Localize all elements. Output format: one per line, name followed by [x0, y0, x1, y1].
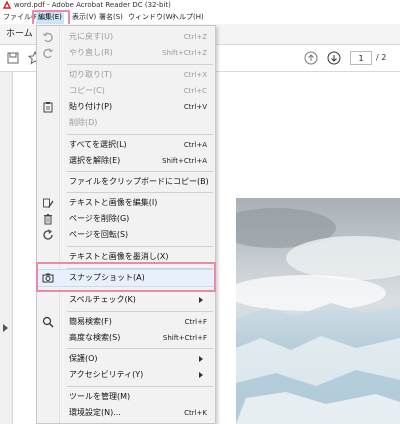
page-number-input[interactable]: 1 — [350, 51, 372, 65]
menu-item-accessibility[interactable]: アクセシビリティ(Y) — [37, 367, 215, 383]
tab-home[interactable]: ホーム — [6, 27, 33, 41]
menu-item-preferences[interactable]: 環境設定(N)... Ctrl+K — [37, 405, 215, 421]
left-panel-strip — [0, 72, 13, 424]
menu-separator — [67, 348, 213, 349]
save-icon[interactable] — [6, 51, 20, 65]
menu-item-cut[interactable]: 切り取り(T) Ctrl+X — [37, 67, 215, 83]
menu-separator — [67, 311, 213, 312]
menu-item-select-all[interactable]: すべてを選択(L) Ctrl+A — [37, 137, 215, 153]
menu-item-undo[interactable]: 元に戻す(U) Ctrl+Z — [37, 29, 215, 45]
clipboard-icon — [43, 102, 53, 113]
menu-item-deselect[interactable]: 選択を解除(E) Shift+Ctrl+A — [37, 153, 215, 169]
menu-item-copy-file-to-clipboard[interactable]: ファイルをクリップボードにコピー(B) — [37, 174, 215, 190]
menu-separator — [67, 386, 213, 387]
document-image — [236, 198, 400, 424]
submenu-arrow-icon — [199, 356, 203, 362]
menu-separator — [67, 64, 213, 65]
menu-item-spellcheck[interactable]: スペルチェック(K) — [37, 292, 215, 308]
menu-window[interactable]: ウィンドウ(W) — [128, 10, 175, 24]
previous-page-icon[interactable] — [304, 51, 318, 65]
trash-icon — [44, 214, 52, 225]
menu-item-advanced-search[interactable]: 高度な検索(S) Shift+Ctrl+F — [37, 330, 215, 346]
expand-panel-arrow-icon[interactable] — [3, 324, 8, 332]
menu-separator — [67, 192, 213, 193]
menu-item-rotate-pages[interactable]: ページを回転(S) — [37, 227, 215, 243]
menu-item-delete-pages[interactable]: ページを削除(G) — [37, 211, 215, 227]
menu-item-copy[interactable]: コピー(C) Ctrl+C — [37, 83, 215, 99]
menu-separator — [67, 134, 213, 135]
page-total: / 2 — [376, 53, 387, 62]
submenu-arrow-icon — [199, 297, 203, 303]
undo-icon — [42, 32, 53, 43]
menu-sign[interactable]: 署名(S) — [99, 10, 123, 24]
menu-item-find[interactable]: 簡易検索(F) Ctrl+F — [37, 314, 215, 330]
acrobat-icon — [3, 1, 11, 9]
rotate-icon — [43, 229, 53, 240]
menu-item-protection[interactable]: 保護(O) — [37, 351, 215, 367]
title-bar: word.pdf - Adobe Acrobat Reader DC (32-b… — [0, 0, 400, 10]
menu-item-paste[interactable]: 貼り付け(P) Ctrl+V — [37, 99, 215, 115]
menu-separator — [67, 171, 213, 172]
menu-item-manage-tools[interactable]: ツールを管理(M) — [37, 389, 215, 405]
edit-menu-dropdown: 元に戻す(U) Ctrl+Z やり直し(R) Shift+Ctrl+Z 切り取り… — [36, 25, 216, 424]
snapshot-highlight-box — [36, 262, 216, 292]
menu-help[interactable]: ヘルプ(H) — [172, 10, 204, 24]
search-icon — [42, 316, 54, 328]
window-title: word.pdf - Adobe Acrobat Reader DC (32-b… — [14, 1, 171, 9]
next-page-icon[interactable] — [327, 51, 341, 65]
menu-item-redo[interactable]: やり直し(R) Shift+Ctrl+Z — [37, 45, 215, 61]
redo-icon — [43, 48, 54, 59]
menu-item-delete[interactable]: 削除(D) — [37, 115, 215, 131]
menu-item-edit-text-images[interactable]: テキストと画像を編集(I) — [37, 195, 215, 211]
menu-separator — [67, 246, 213, 247]
menu-view[interactable]: 表示(V) — [72, 10, 96, 24]
edit-text-icon — [43, 198, 54, 208]
submenu-arrow-icon — [199, 372, 203, 378]
